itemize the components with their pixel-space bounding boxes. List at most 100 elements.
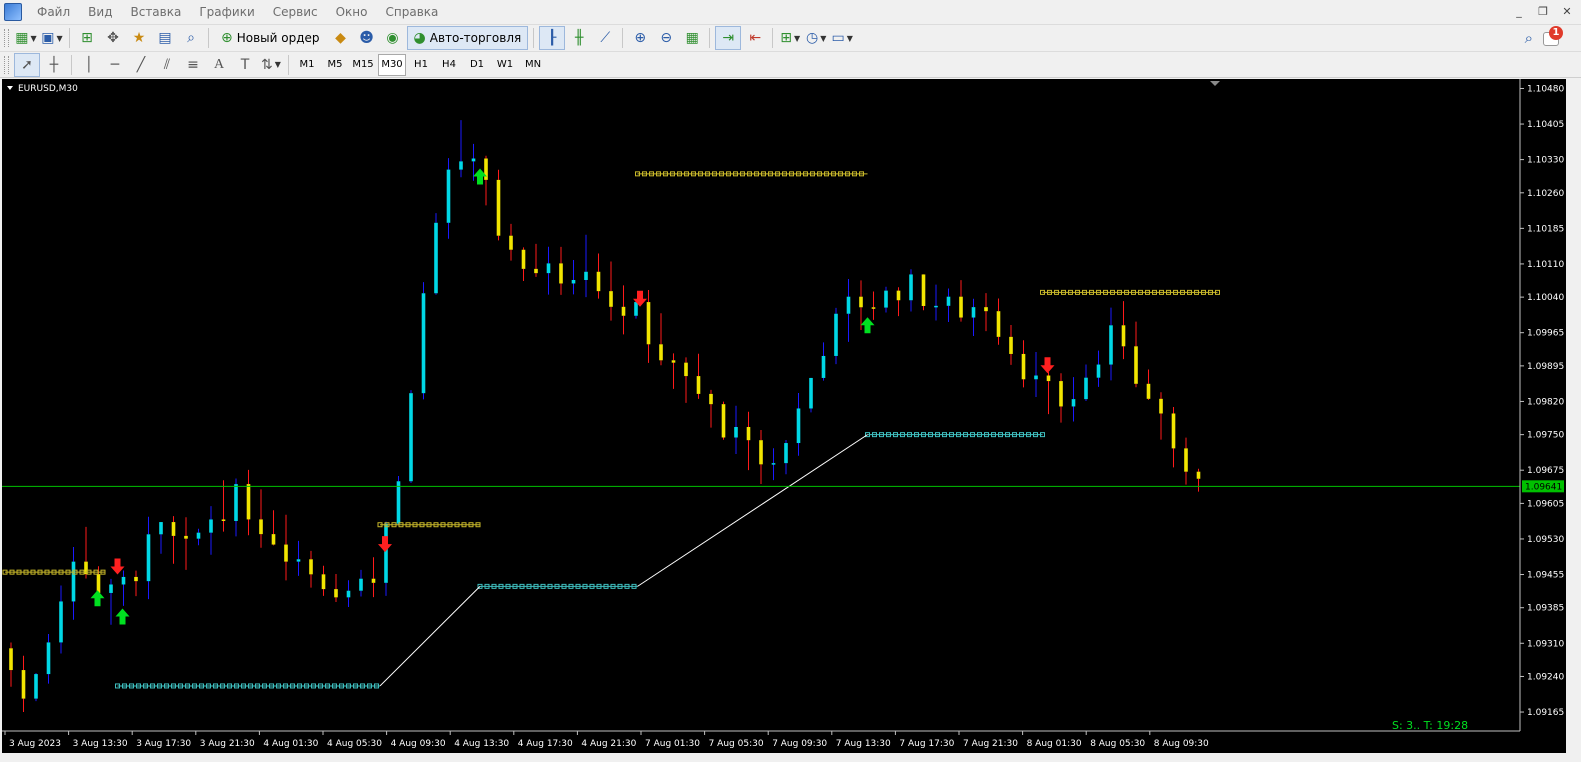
vertical-line-button[interactable]: │ <box>77 54 101 76</box>
restore-icon[interactable]: ❐ <box>1535 4 1551 20</box>
candle-body <box>334 589 338 598</box>
candle-body <box>234 484 238 521</box>
menu-view[interactable]: Вид <box>79 0 121 24</box>
profiles-icon: ▣ <box>41 30 55 46</box>
separator <box>772 28 774 48</box>
candle-body <box>521 249 526 269</box>
bar-chart-button[interactable]: ┠ <box>539 26 566 50</box>
candle-body <box>221 519 226 521</box>
candle-body <box>1134 346 1138 384</box>
candle-body <box>846 296 851 314</box>
terminal-button[interactable]: ▤ <box>153 27 177 49</box>
toolbar-grip[interactable] <box>4 55 9 74</box>
zoom-in-icon: ⊕ <box>634 30 647 46</box>
clock-icon: ◷ <box>806 30 819 46</box>
price-tick-label: 1.09675 <box>1527 466 1564 476</box>
text-button[interactable]: A <box>207 54 231 76</box>
candle-body <box>1084 377 1088 400</box>
zoom-in-button[interactable]: ⊕ <box>628 27 652 49</box>
zoom-out-button[interactable]: ⊖ <box>654 27 678 49</box>
candle-body <box>496 179 501 236</box>
strategy-tester-button[interactable]: ⌕ <box>179 27 203 49</box>
price-tick-label: 1.09240 <box>1527 672 1564 682</box>
menu-charts[interactable]: Графики <box>190 0 263 24</box>
line-chart-button[interactable]: ⟋ <box>593 27 617 49</box>
indicators-button[interactable]: ⊞ ▼ <box>778 27 802 49</box>
timeframe-m1[interactable]: M1 <box>294 55 320 75</box>
crosshair-button[interactable]: ┼ <box>42 54 66 76</box>
time-tick-label: 4 Aug 01:30 <box>263 739 318 749</box>
timeframe-m30[interactable]: M30 <box>378 53 406 76</box>
new-chart-icon: ▦ <box>15 30 29 46</box>
cursor-button[interactable]: ➚ <box>14 52 40 77</box>
new-order-label: Новый ордер <box>236 31 320 45</box>
profiles-button[interactable]: ▣ ▼ <box>40 27 64 49</box>
candle-body <box>96 574 101 593</box>
candle-body <box>46 642 51 675</box>
minimize-icon[interactable]: _ <box>1511 4 1527 20</box>
text-label-icon: T <box>240 56 250 73</box>
data-window-button[interactable]: ✥ <box>101 27 125 49</box>
window-controls: _ ❐ ✕ <box>1511 4 1575 20</box>
notifications-button[interactable]: 1 <box>1543 26 1563 46</box>
tile-windows-button[interactable]: ▦ <box>680 27 704 49</box>
candle-body <box>671 360 676 363</box>
candle-body <box>421 293 426 394</box>
metaeditor-icon: ◆ <box>335 30 346 46</box>
timeframe-w1[interactable]: W1 <box>492 55 518 75</box>
new-chart-button[interactable]: ▦ ▼ <box>14 27 38 49</box>
candle-body <box>509 235 513 250</box>
price-tick-label: 1.10110 <box>1527 260 1564 270</box>
arrows-button[interactable]: ⇅ ▼ <box>259 54 283 76</box>
chart-shift-icon: ⇤ <box>749 30 762 46</box>
timeframe-h4[interactable]: H4 <box>436 55 462 75</box>
candle-body <box>884 290 888 308</box>
menu-insert[interactable]: Вставка <box>121 0 190 24</box>
close-icon[interactable]: ✕ <box>1559 4 1575 20</box>
candlestick-button[interactable]: ╫ <box>567 27 591 49</box>
menu-help[interactable]: Справка <box>377 0 448 24</box>
timeframe-m15[interactable]: M15 <box>350 55 376 75</box>
chart-shift-button[interactable]: ⇤ <box>743 27 767 49</box>
timeframe-d1[interactable]: D1 <box>464 55 490 75</box>
periods-button[interactable]: ◷ ▼ <box>804 27 828 49</box>
menu-window[interactable]: Окно <box>327 0 377 24</box>
candle-body <box>759 440 763 465</box>
toolbar-grip[interactable] <box>4 29 9 47</box>
bar-chart-icon: ┠ <box>548 30 557 46</box>
candle-body <box>996 311 1001 337</box>
text-label-button[interactable]: T <box>233 54 257 76</box>
timeframe-m5[interactable]: M5 <box>322 55 348 75</box>
navigator-button[interactable]: ★ <box>127 27 151 49</box>
price-chart[interactable]: EURUSD,M30 1.10480 1.10405 1.10330 1.10260 1.… <box>2 79 1566 753</box>
trendline-button[interactable]: ╱ <box>129 54 153 76</box>
market-button[interactable]: ◉ <box>381 27 405 49</box>
metaeditor-button[interactable]: ◆ <box>329 27 353 49</box>
time-tick-label: 4 Aug 17:30 <box>518 739 573 749</box>
market-watch-button[interactable]: ⊞ <box>75 27 99 49</box>
templates-button[interactable]: ▭ ▼ <box>830 27 854 49</box>
horizontal-line-button[interactable]: ─ <box>103 54 127 76</box>
candle-body <box>396 481 401 524</box>
candle-body <box>921 274 926 306</box>
candle-body <box>646 302 651 345</box>
search-icon[interactable]: ⌕ <box>1525 29 1533 47</box>
chevron-down-icon: ▼ <box>794 33 801 43</box>
menu-file[interactable]: Файл <box>28 0 79 24</box>
candle-body <box>571 279 576 284</box>
candle-body <box>184 535 188 539</box>
autotrading-button[interactable]: ◕ Авто-торговля <box>406 26 529 50</box>
channel-button[interactable]: ⫽ <box>155 54 179 76</box>
candle-body <box>984 307 988 312</box>
timeframe-mn[interactable]: MN <box>520 55 546 75</box>
timeframe-h1[interactable]: H1 <box>408 55 434 75</box>
price-tick-label: 1.09385 <box>1527 604 1564 614</box>
arrows-icon: ⇅ <box>261 56 273 73</box>
auto-scroll-button[interactable]: ⇥ <box>715 26 742 50</box>
fibonacci-button[interactable]: ≡ <box>181 54 205 76</box>
line-studies-toolbar: ➚ ┼ │ ─ ╱ ⫽ ≡ A T ⇅ ▼ M1 M5 M15 M30 H1 H4… <box>0 52 1581 78</box>
signals-button[interactable]: ☻ <box>355 27 379 49</box>
new-order-button[interactable]: ⊕ Новый ордер <box>214 26 327 50</box>
candle-body <box>609 291 613 307</box>
menu-tools[interactable]: Сервис <box>264 0 327 24</box>
